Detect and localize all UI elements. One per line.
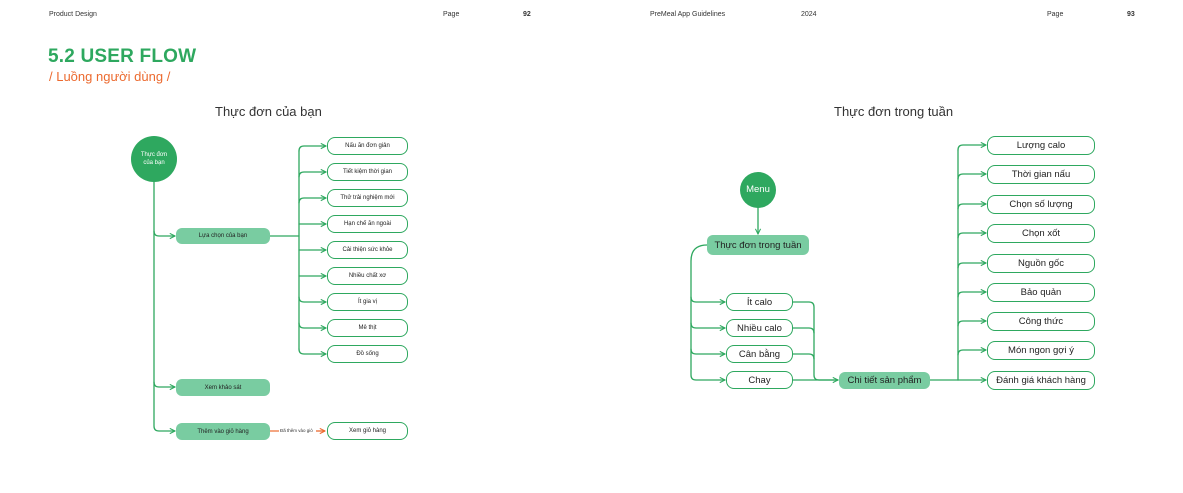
start-node-menu: Menu bbox=[740, 172, 776, 208]
attribute-node: Đánh giá khách hàng bbox=[987, 371, 1095, 390]
option-node: Mê thịt bbox=[327, 319, 408, 337]
option-node: Đồ sống bbox=[327, 345, 408, 363]
option-node: Nhiều chất xơ bbox=[327, 267, 408, 285]
option-node: Thử trải nghiệm mới bbox=[327, 189, 408, 207]
add-to-cart-node: Thêm vào giỏ hàng bbox=[176, 423, 270, 440]
start-node-your-menu: Thực đơn của bạn bbox=[131, 136, 177, 182]
attribute-node: Chọn xốt bbox=[987, 224, 1095, 243]
option-node: Hạn chế ăn ngoài bbox=[327, 215, 408, 233]
attribute-node: Món ngon gợi ý bbox=[987, 341, 1095, 360]
filter-node: Chay bbox=[726, 371, 793, 389]
option-node: Nấu ăn đơn giản bbox=[327, 137, 408, 155]
option-node: Ít gia vị bbox=[327, 293, 408, 311]
survey-node: Xem khảo sát bbox=[176, 379, 270, 396]
filter-node: Nhiều calo bbox=[726, 319, 793, 337]
flow-connectors bbox=[153, 0, 987, 493]
option-node: Cải thiện sức khỏe bbox=[327, 241, 408, 259]
choice-node: Lựa chọn của bạn bbox=[176, 228, 270, 244]
attribute-node: Công thức bbox=[987, 312, 1095, 331]
edge-label-added-to-cart: Đã thêm vào giỏ bbox=[280, 428, 313, 433]
filter-node: Ít calo bbox=[726, 293, 793, 311]
weekly-menu-node: Thực đơn trong tuần bbox=[707, 235, 809, 255]
attribute-node: Bảo quản bbox=[987, 283, 1095, 302]
filter-node: Cân bằng bbox=[726, 345, 793, 363]
attribute-node: Thời gian nấu bbox=[987, 165, 1095, 184]
attribute-node: Chọn số lượng bbox=[987, 195, 1095, 214]
view-cart-node: Xem giỏ hàng bbox=[327, 422, 408, 440]
attribute-node: Lượng calo bbox=[987, 136, 1095, 155]
option-node: Tiết kiệm thời gian bbox=[327, 163, 408, 181]
product-detail-node: Chi tiết sản phẩm bbox=[839, 372, 930, 389]
attribute-node: Nguồn gốc bbox=[987, 254, 1095, 273]
